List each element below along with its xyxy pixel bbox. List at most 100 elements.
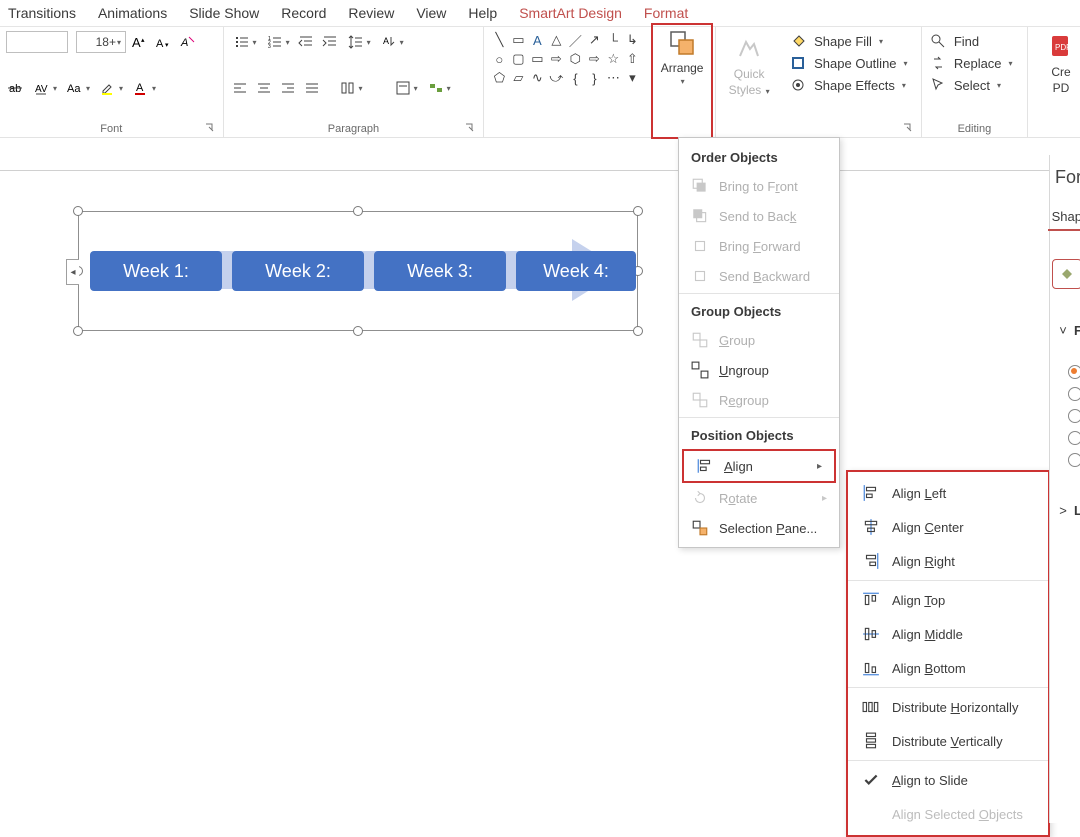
drawing-dialog-launcher-icon[interactable] bbox=[901, 121, 915, 135]
replace-button[interactable]: Replace▾ bbox=[928, 53, 1021, 73]
shape-textbox-icon[interactable]: A bbox=[528, 31, 546, 49]
menu-group[interactable]: Group bbox=[679, 325, 839, 355]
align-left[interactable]: Align Left bbox=[848, 476, 1048, 510]
align-bottom[interactable]: Align Bottom bbox=[848, 651, 1048, 685]
shape-hex-icon[interactable]: ⬡ bbox=[566, 50, 584, 68]
shape-line-icon[interactable]: ╲ bbox=[490, 31, 508, 49]
menu-bring-forward[interactable]: Bring Forward bbox=[679, 231, 839, 261]
radio-3[interactable] bbox=[1068, 431, 1080, 445]
resize-handle-bl[interactable] bbox=[73, 326, 83, 336]
font-size-combo[interactable]: 18+▾ bbox=[76, 31, 126, 53]
clear-formatting-icon[interactable]: A bbox=[178, 32, 198, 52]
shape-brace2-icon[interactable]: } bbox=[585, 69, 603, 87]
radio-1[interactable] bbox=[1068, 387, 1080, 401]
smartart-selection[interactable]: ◂ Week 1: Week 2: Week 3: Week 4: bbox=[78, 211, 638, 331]
shape-triangle-icon[interactable]: △ bbox=[547, 31, 565, 49]
highlight-button[interactable]: ▾ bbox=[96, 77, 125, 99]
columns-button[interactable]: ▾ bbox=[336, 77, 365, 99]
distribute-vertically[interactable]: Distribute Vertically bbox=[848, 724, 1048, 758]
menu-bring-to-front[interactable]: Bring to Front bbox=[679, 171, 839, 201]
tab-format[interactable]: Format bbox=[644, 5, 688, 21]
tab-smartart-design[interactable]: SmartArt Design bbox=[519, 5, 622, 21]
week-box-2[interactable]: Week 2: bbox=[232, 251, 364, 291]
shape-line2-icon[interactable]: ／ bbox=[566, 31, 584, 49]
shapes-gallery[interactable]: ╲ ▭ A △ ／ ↗ └ ↳ ○ ▢ ▭ ⇨ ⬡ ⇨ ☆ ⇧ ⬠ ▱ ∿ ⤻ … bbox=[490, 31, 643, 87]
tab-transitions[interactable]: Transitions bbox=[8, 5, 76, 21]
resize-handle-tr[interactable] bbox=[633, 206, 643, 216]
numbering-button[interactable]: 123▾ bbox=[263, 31, 292, 53]
shape-connector-icon[interactable]: ↳ bbox=[623, 31, 641, 49]
decrease-indent-icon[interactable] bbox=[296, 32, 316, 52]
resize-handle-br[interactable] bbox=[633, 326, 643, 336]
change-case-button[interactable]: Aa▾ bbox=[63, 77, 92, 99]
char-spacing-button[interactable]: AV▾ bbox=[30, 77, 59, 99]
align-center-icon[interactable] bbox=[254, 78, 274, 98]
convert-smartart-button[interactable]: ▾ bbox=[424, 77, 453, 99]
shape-more1-icon[interactable]: ⋯ bbox=[604, 69, 622, 87]
menu-send-backward[interactable]: Send Backward bbox=[679, 261, 839, 291]
shape-oval-icon[interactable]: ○ bbox=[490, 50, 508, 68]
tab-review[interactable]: Review bbox=[348, 5, 394, 21]
shape-arc-icon[interactable]: ⤻ bbox=[547, 69, 565, 87]
radio-4[interactable] bbox=[1068, 453, 1080, 467]
menu-rotate[interactable]: Rotate▸ bbox=[679, 483, 839, 513]
shape-star-icon[interactable]: ☆ bbox=[604, 50, 622, 68]
increase-font-icon[interactable]: A▴ bbox=[130, 32, 150, 52]
fill-line-tab-icon[interactable] bbox=[1052, 259, 1080, 289]
menu-send-to-back[interactable]: Send to Back bbox=[679, 201, 839, 231]
shape-para-icon[interactable]: ▱ bbox=[509, 69, 527, 87]
shape-curve-icon[interactable]: ∿ bbox=[528, 69, 546, 87]
smartart-text-pane-toggle[interactable]: ◂ bbox=[66, 259, 79, 285]
resize-handle-bc[interactable] bbox=[353, 326, 363, 336]
shape-arrowr-icon[interactable]: ⇨ bbox=[585, 50, 603, 68]
menu-regroup[interactable]: Regroup bbox=[679, 385, 839, 415]
radio-orange[interactable] bbox=[1068, 365, 1080, 379]
font-dialog-launcher-icon[interactable] bbox=[203, 121, 217, 135]
text-direction-button[interactable]: A▾ bbox=[377, 31, 406, 53]
strikethrough-icon[interactable]: ab bbox=[6, 78, 26, 98]
arrange-button[interactable]: Arrange ▾ bbox=[651, 23, 713, 139]
align-left-icon[interactable] bbox=[230, 78, 250, 98]
week-box-4[interactable]: Week 4: bbox=[516, 251, 636, 291]
align-middle[interactable]: Align Middle bbox=[848, 617, 1048, 651]
menu-ungroup[interactable]: Ungroup bbox=[679, 355, 839, 385]
shape-fill-button[interactable]: Shape Fill▾ bbox=[788, 31, 915, 51]
menu-selection-pane[interactable]: Selection Pane... bbox=[679, 513, 839, 543]
format-pane-tab[interactable]: Shap bbox=[1052, 209, 1080, 224]
justify-icon[interactable] bbox=[302, 78, 322, 98]
align-right-icon[interactable] bbox=[278, 78, 298, 98]
week-box-1[interactable]: Week 1: bbox=[90, 251, 222, 291]
font-name-combo[interactable] bbox=[6, 31, 68, 53]
resize-handle-tl[interactable] bbox=[73, 206, 83, 216]
select-button[interactable]: Select▾ bbox=[928, 75, 1021, 95]
paragraph-dialog-launcher-icon[interactable] bbox=[463, 121, 477, 135]
shape-arrow-icon[interactable]: ⇨ bbox=[547, 50, 565, 68]
font-color-button[interactable]: A▾ bbox=[129, 77, 158, 99]
shape-rect2-icon[interactable]: ▭ bbox=[528, 50, 546, 68]
tab-animations[interactable]: Animations bbox=[98, 5, 167, 21]
radio-2[interactable] bbox=[1068, 409, 1080, 423]
increase-indent-icon[interactable] bbox=[320, 32, 340, 52]
line-spacing-button[interactable]: ▾ bbox=[344, 31, 373, 53]
shape-rect-icon[interactable]: ▭ bbox=[509, 31, 527, 49]
shape-outline-button[interactable]: Shape Outline▾ bbox=[788, 53, 915, 73]
week-box-3[interactable]: Week 3: bbox=[374, 251, 506, 291]
shape-effects-button[interactable]: Shape Effects▾ bbox=[788, 75, 915, 95]
align-right[interactable]: Align Right bbox=[848, 544, 1048, 578]
resize-handle-tc[interactable] bbox=[353, 206, 363, 216]
create-pdf-button[interactable]: PDF Cre PD bbox=[1028, 27, 1080, 137]
align-to-slide[interactable]: Align to Slide bbox=[848, 763, 1048, 797]
distribute-horizontally[interactable]: Distribute Horizontally bbox=[848, 690, 1048, 724]
bullets-button[interactable]: ▾ bbox=[230, 31, 259, 53]
shape-uparrow-icon[interactable]: ⇧ bbox=[623, 50, 641, 68]
shape-more2-icon[interactable]: ▾ bbox=[623, 69, 641, 87]
tab-help[interactable]: Help bbox=[468, 5, 497, 21]
shape-arrowline-icon[interactable]: ↗ bbox=[585, 31, 603, 49]
pane-section-fill[interactable]: ˅ F bbox=[1059, 323, 1080, 338]
tab-slideshow[interactable]: Slide Show bbox=[189, 5, 259, 21]
decrease-font-icon[interactable]: A▾ bbox=[154, 32, 174, 52]
shape-elbow-icon[interactable]: └ bbox=[604, 31, 622, 49]
shape-brace1-icon[interactable]: { bbox=[566, 69, 584, 87]
tab-record[interactable]: Record bbox=[281, 5, 326, 21]
shape-roundrect-icon[interactable]: ▢ bbox=[509, 50, 527, 68]
